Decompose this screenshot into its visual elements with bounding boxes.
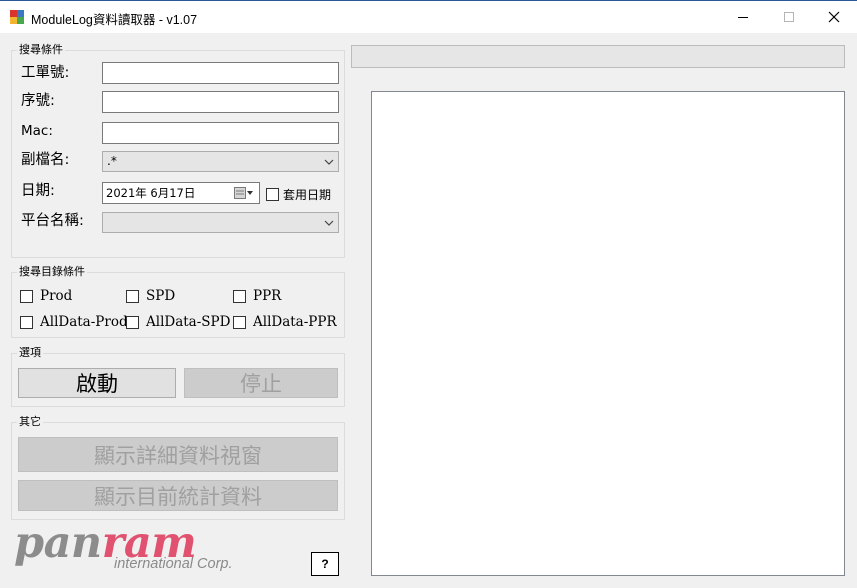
spd-label: SPD	[146, 288, 176, 304]
other-group-label: 其它	[17, 415, 43, 429]
close-icon[interactable]	[811, 1, 857, 33]
ppr-checkbox-box[interactable]	[233, 289, 246, 303]
options-group-label: 選項	[17, 346, 43, 360]
date-value: 2021年 6月17日	[106, 186, 196, 200]
search-conditions-group-label: 搜尋條件	[17, 43, 65, 57]
directory-conditions-group-label: 搜尋目錄條件	[17, 265, 87, 279]
extension-label: 副檔名:	[21, 152, 70, 168]
extension-value: .*	[107, 154, 117, 168]
logo-pan: pan	[14, 518, 102, 568]
alldata-spd-checkbox[interactable]: AllData-SPD	[126, 314, 230, 330]
ppr-checkbox[interactable]: PPR	[233, 288, 281, 304]
date-label: 日期:	[21, 183, 55, 199]
calendar-dropdown-icon[interactable]	[234, 187, 254, 200]
show-detail-window-button[interactable]: 顯示詳細資料視窗	[18, 437, 338, 472]
prod-checkbox[interactable]: Prod	[20, 288, 72, 304]
spd-checkbox-box[interactable]	[126, 289, 139, 303]
title-bar: ModuleLog資料讀取器 - v1.07	[0, 0, 857, 33]
serial-label: 序號:	[21, 93, 55, 109]
spd-checkbox[interactable]: SPD	[126, 288, 175, 304]
alldata-ppr-checkbox-box[interactable]	[233, 315, 246, 329]
help-button[interactable]: ?	[311, 552, 339, 576]
window-title: ModuleLog資料讀取器 - v1.07	[31, 13, 198, 27]
apply-date-label: 套用日期	[283, 188, 332, 202]
extension-select[interactable]: .*	[102, 151, 339, 172]
mac-input[interactable]	[102, 122, 339, 144]
chevron-down-icon	[324, 220, 334, 226]
mac-label: Mac:	[21, 123, 53, 139]
start-button[interactable]: 啟動	[18, 368, 176, 398]
ppr-label: PPR	[253, 288, 282, 304]
alldata-spd-checkbox-box[interactable]	[126, 315, 139, 329]
prod-label: Prod	[40, 288, 73, 304]
progress-bar	[351, 45, 845, 68]
apply-date-checkbox-box[interactable]	[266, 188, 279, 201]
alldata-spd-label: AllData-SPD	[146, 314, 231, 330]
work-order-label: 工單號:	[21, 65, 70, 81]
logo-subtitle: international Corp.	[114, 556, 233, 572]
alldata-ppr-checkbox[interactable]: AllData-PPR	[233, 314, 337, 330]
maximize-icon[interactable]	[766, 1, 812, 33]
chevron-down-icon	[324, 159, 334, 165]
apply-date-checkbox[interactable]: 套用日期	[266, 186, 331, 203]
stop-button[interactable]: 停止	[184, 368, 338, 398]
alldata-prod-checkbox-box[interactable]	[20, 315, 33, 329]
prod-checkbox-box[interactable]	[20, 289, 33, 303]
alldata-prod-checkbox[interactable]: AllData-Prod	[20, 314, 128, 330]
alldata-prod-label: AllData-Prod	[40, 314, 128, 330]
app-window-icon	[10, 10, 24, 24]
platform-select[interactable]	[102, 212, 339, 233]
date-picker[interactable]: 2021年 6月17日	[102, 182, 260, 204]
work-order-input[interactable]	[102, 62, 339, 84]
platform-label: 平台名稱:	[21, 213, 84, 229]
show-current-stats-button[interactable]: 顯示目前統計資料	[18, 480, 338, 511]
log-output-area[interactable]	[371, 91, 845, 576]
minimize-icon[interactable]	[720, 1, 766, 33]
serial-input[interactable]	[102, 91, 339, 113]
alldata-ppr-label: AllData-PPR	[253, 314, 337, 330]
